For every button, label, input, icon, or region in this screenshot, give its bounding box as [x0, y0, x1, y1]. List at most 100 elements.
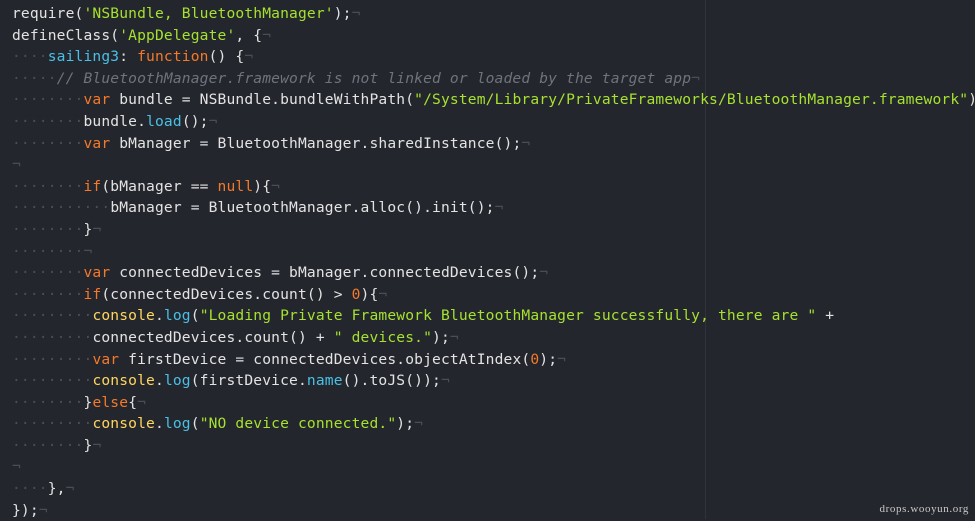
- code-text: connectedDevices.count() +: [92, 328, 334, 346]
- code-text: (connectedDevices.count() >: [101, 285, 352, 303]
- newline-marker: ¬: [262, 26, 272, 44]
- code-text: .: [155, 307, 164, 325]
- keyword: var: [83, 264, 111, 282]
- whitespace-marker: ········: [12, 177, 84, 195]
- code-line[interactable]: ········if(connectedDevices.count() > 0)…: [12, 284, 975, 306]
- newline-marker: ¬: [691, 69, 701, 87]
- code-text: bundle = NSBundle.bundleWithPath(: [110, 91, 415, 109]
- keyword: null: [217, 177, 254, 195]
- newline-marker: ¬: [92, 436, 102, 454]
- keyword: var: [83, 91, 111, 109]
- code-line[interactable]: ·········connectedDevices.count() + " de…: [12, 327, 975, 349]
- code-line[interactable]: ····},¬: [12, 478, 975, 500]
- newline-marker: ¬: [351, 5, 361, 22]
- code-text: .: [155, 415, 164, 433]
- newline-marker: ¬: [244, 48, 254, 66]
- whitespace-marker: ····: [12, 48, 48, 66]
- keyword: var: [92, 350, 120, 368]
- code-line[interactable]: ·········console.log(firstDevice.name().…: [12, 370, 975, 392]
- code-line[interactable]: ·····// BluetoothManager.framework is no…: [12, 68, 975, 90]
- keyword: var: [83, 134, 111, 152]
- code-text: connectedDevices = bManager.connectedDev…: [110, 264, 540, 282]
- code-editor[interactable]: require('NSBundle, BluetoothManager');¬ d…: [0, 0, 975, 519]
- whitespace-marker: ········: [12, 134, 84, 152]
- whitespace-marker: ·········: [12, 415, 93, 433]
- console-object: console: [92, 307, 155, 325]
- keyword: if: [83, 177, 102, 195]
- code-line[interactable]: ········var bManager = BluetoothManager.…: [12, 133, 975, 155]
- string-literal: 'NSBundle, BluetoothManager': [83, 5, 334, 22]
- function-name: load: [146, 112, 182, 130]
- code-line[interactable]: ·········console.log("Loading Private Fr…: [12, 305, 975, 327]
- newline-marker: ¬: [83, 242, 93, 260]
- function-name: log: [163, 307, 191, 325]
- whitespace-marker: ········: [12, 220, 84, 238]
- code-text: );: [333, 5, 352, 22]
- comment: // BluetoothManager.framework is not lin…: [56, 69, 692, 87]
- whitespace-marker: ········: [12, 393, 84, 411]
- code-text: defineClass(: [12, 26, 120, 44]
- code-text: ){: [360, 285, 379, 303]
- code-text: );: [396, 415, 415, 433]
- code-line[interactable]: ········if(bManager == null){¬: [12, 176, 975, 198]
- code-text: (: [190, 307, 200, 325]
- string-literal: "/System/Library/PrivateFrameworks/Bluet…: [414, 91, 969, 109]
- code-line[interactable]: ¬: [12, 456, 975, 478]
- string-literal: "Loading Private Framework BluetoothMana…: [199, 307, 817, 325]
- number-literal: 0: [351, 285, 361, 303]
- keyword: function: [137, 48, 209, 66]
- console-object: console: [92, 415, 155, 433]
- code-line[interactable]: ········var connectedDevices = bManager.…: [12, 262, 975, 284]
- newline-marker: ¬: [414, 415, 424, 433]
- code-line[interactable]: ········bundle.load();¬: [12, 111, 975, 133]
- code-line[interactable]: ····sailing3: function() {¬: [12, 46, 975, 68]
- code-text: , {: [235, 26, 263, 44]
- code-text: () {: [208, 48, 245, 66]
- newline-marker: ¬: [378, 285, 388, 303]
- function-name: name: [306, 372, 343, 390]
- watermark: drops.wooyun.org: [879, 503, 969, 515]
- code-line[interactable]: ···········bManager = BluetoothManager.a…: [12, 197, 975, 219]
- code-text: bManager = BluetoothManager.alloc().init…: [110, 199, 495, 217]
- code-lines[interactable]: require('NSBundle, BluetoothManager');¬ d…: [12, 3, 975, 521]
- code-text: .: [155, 372, 164, 390]
- newline-marker: ¬: [65, 480, 75, 498]
- newline-marker: ¬: [494, 199, 504, 217]
- keyword: if: [83, 285, 102, 303]
- function-name: sailing3: [47, 48, 120, 66]
- code-text: },: [47, 480, 66, 498]
- string-literal: 'AppDelegate': [119, 26, 236, 44]
- newline-marker: ¬: [38, 501, 48, 519]
- code-text: );: [432, 328, 450, 346]
- code-line[interactable]: ········}¬: [12, 219, 975, 241]
- console-object: console: [92, 372, 155, 390]
- code-text: +: [816, 307, 835, 325]
- code-line[interactable]: require('NSBundle, BluetoothManager');¬: [12, 3, 975, 25]
- code-line[interactable]: ········var bundle = NSBundle.bundleWith…: [12, 89, 975, 111]
- newline-marker: ¬: [12, 156, 21, 174]
- code-line[interactable]: ········¬: [12, 241, 975, 263]
- whitespace-marker: ········: [12, 436, 84, 454]
- code-line[interactable]: ········}else{¬: [12, 392, 975, 414]
- code-text: (bManager ==: [101, 177, 218, 195]
- number-literal: 0: [530, 350, 540, 368]
- code-text: :: [119, 48, 138, 66]
- code-line[interactable]: ·········console.log("NO device connecte…: [12, 413, 975, 435]
- code-text: require(: [12, 5, 84, 22]
- code-line[interactable]: });¬: [12, 500, 975, 521]
- whitespace-marker: ········: [12, 91, 84, 109]
- function-name: log: [163, 372, 191, 390]
- newline-marker: ¬: [92, 220, 102, 238]
- code-text: ();: [181, 112, 209, 130]
- newline-marker: ¬: [271, 177, 281, 195]
- whitespace-marker: ···········: [12, 199, 111, 217]
- code-text: });: [12, 501, 39, 519]
- newline-marker: ¬: [12, 458, 21, 476]
- newline-marker: ¬: [521, 134, 531, 152]
- code-text: );: [968, 91, 975, 108]
- newline-marker: ¬: [208, 112, 218, 130]
- code-line[interactable]: defineClass('AppDelegate', {¬: [12, 25, 975, 47]
- code-line[interactable]: ¬: [12, 154, 975, 176]
- code-line[interactable]: ········}¬: [12, 435, 975, 457]
- code-line[interactable]: ·········var firstDevice = connectedDevi…: [12, 349, 975, 371]
